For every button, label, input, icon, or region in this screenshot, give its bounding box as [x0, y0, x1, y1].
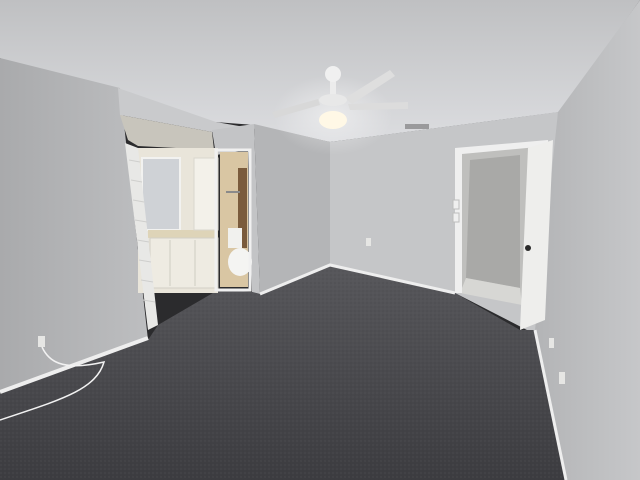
fan-canopy: [325, 66, 341, 82]
toilet-tank: [228, 228, 242, 248]
bedroom-photo: [0, 0, 640, 480]
toilet: [228, 248, 252, 276]
vanity-cabinet: [149, 237, 219, 289]
fan-motor: [319, 94, 347, 106]
hall-wall: [466, 155, 520, 288]
vanity-counter: [148, 230, 218, 238]
wall-outlet-right-2: [549, 338, 554, 348]
fan-light: [319, 111, 347, 129]
bath-cabinet-tall: [193, 157, 219, 231]
vanity-mirror: [142, 158, 180, 230]
light-switch-2[interactable]: [452, 212, 460, 223]
door-knob[interactable]: [525, 245, 531, 251]
wall-outlet-left: [38, 336, 45, 347]
ceiling-vent: [405, 124, 429, 129]
wall-outlet-right: [559, 372, 565, 384]
light-switch[interactable]: [452, 199, 460, 210]
wall-outlet-back: [366, 238, 371, 246]
